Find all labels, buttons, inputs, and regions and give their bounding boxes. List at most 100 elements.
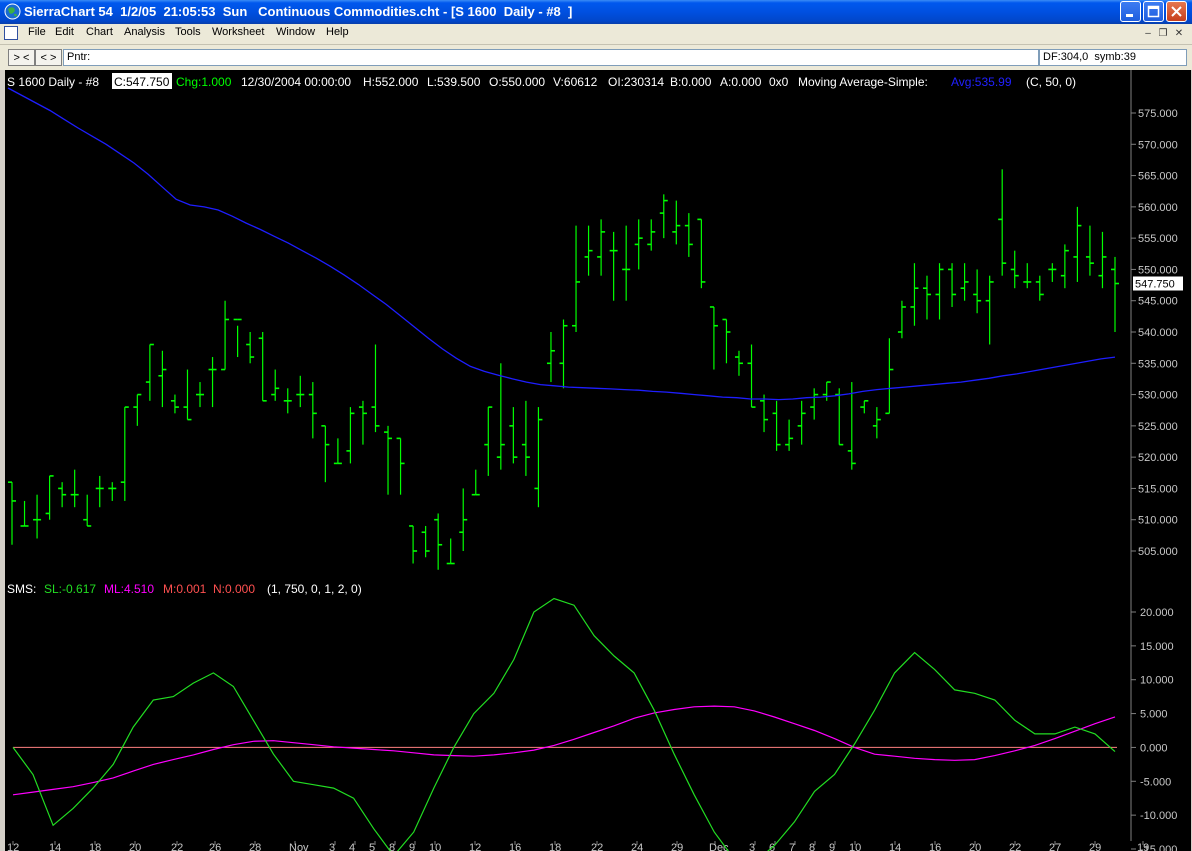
date-tick-label: 18 [549,842,561,851]
indicator-tick-label: 5.000 [1140,709,1168,721]
menu-help[interactable]: Help [326,26,349,38]
svg-text:S 1600 Daily - #8: S 1600 Daily - #8 [7,75,99,89]
header-study-params: (C, 50, 0) [1026,75,1076,89]
indicator-tick-label: 15.000 [1140,641,1174,653]
ohlc-bar [1023,263,1032,289]
ohlc-bar [772,400,781,451]
mdi-minimize-icon[interactable]: – [1141,27,1155,41]
ohlc-bar [697,218,706,289]
ohlc-bar [333,438,342,465]
ohlc-bar [108,482,117,501]
header-size: 0x0 [769,75,789,89]
date-tick-label: 10 [849,842,861,851]
menu-edit[interactable]: Edit [55,26,74,38]
date-tick-label: 10 [429,842,441,851]
sms-sl-line [12,597,1116,851]
toolbar: > < < > Pntr: DF:304,0 symb:39 [0,45,1192,71]
ohlc-bar [170,394,179,414]
ohlc-bar [546,332,555,383]
ohlc-bar [910,263,919,326]
header-study-value: Avg:535.99 [951,75,1012,89]
ohlc-bar [534,407,543,508]
price-tick-label: 540.000 [1138,327,1178,339]
date-tick-label: 20 [969,842,981,851]
ohlc-bar [471,469,480,496]
ohlc-bar [785,419,794,451]
menu-chart[interactable]: Chart [86,26,113,38]
date-tick-label: 8 [389,842,395,851]
menu-window[interactable]: Window [276,26,315,38]
ohlc-bar [183,369,192,421]
pointer-field[interactable]: Pntr: [63,49,1039,66]
date-tick-label: Dec [709,842,729,851]
price-tick-label: 565.000 [1138,171,1178,183]
header-close: C:547.750 [114,75,170,89]
ohlc-bar [1048,263,1057,282]
ohlc-bar [1098,231,1107,289]
ohlc-bar [95,475,104,508]
ohlc-bar [196,382,205,408]
ohlc-bar [584,225,593,276]
price-tick-label: 545.000 [1138,296,1178,308]
ohlc-bar [409,525,418,564]
ohlc-bar [308,382,317,439]
menu-worksheet[interactable]: Worksheet [212,26,264,38]
date-tick-label: 22 [591,842,603,851]
moving-average-line [7,87,1116,401]
ohlc-bar [58,482,67,508]
indicator-tick-label: 20.000 [1140,607,1174,619]
document-icon[interactable] [4,26,18,40]
ohlc-bar [822,381,831,401]
ohlc-bar [872,407,881,439]
ohlc-bar [8,481,16,545]
ohlc-bar [1010,250,1019,289]
ohlc-bar [597,219,606,276]
price-tick-label: 570.000 [1138,139,1178,151]
ohlc-bar [421,525,430,558]
ohlc-bar [321,425,330,483]
header-open: O:550.000 [489,75,545,89]
indicator-tick-label: -5.000 [1140,776,1171,788]
ohlc-bar [609,231,618,301]
ohlc-bar [709,306,718,370]
maximize-button[interactable] [1143,1,1164,22]
menu-file[interactable]: File [28,26,46,38]
mdi-restore-icon[interactable]: ❐ [1156,27,1170,41]
ohlc-bar [396,437,405,495]
ohlc-bar [960,263,969,301]
indicator-axis: 20.000 15.000 10.000 5.000 0.000 -5.000 -10.00… [1131,607,1177,851]
indicator-tick-label: -10.000 [1140,810,1177,822]
ohlc-bar [283,388,292,414]
header-ask: A:0.000 [720,75,762,89]
header-open-interest: OI:230314 [608,75,664,89]
price-tick-label: 560.000 [1138,202,1178,214]
date-tick-label: 28 [249,842,261,851]
price-chart[interactable]: S 1600 Daily - #8 C:547.750 Chg:1.000 12… [5,70,1188,851]
minimize-button[interactable] [1120,1,1141,22]
date-tick-label: 27 [1049,842,1061,851]
ohlc-bar [484,406,493,476]
scroll-next-button[interactable]: > < [8,49,35,66]
menu-tools[interactable]: Tools [175,26,201,38]
menu-analysis[interactable]: Analysis [124,26,165,38]
header-low: L:539.500 [427,75,481,89]
date-tick-label: 24 [631,842,643,851]
date-tick-label: 22 [171,842,183,851]
sms-sl: SL:-0.617 [44,582,96,596]
ohlc-bar [434,513,443,570]
chart-area[interactable]: S 1600 Daily - #8 C:547.750 Chg:1.000 12… [5,70,1191,851]
ohlc-bar [271,369,280,401]
ohlc-bar [145,343,154,401]
ohlc-bar [998,169,1007,276]
scroll-prev-button[interactable]: < > [35,49,62,66]
price-tick-label: 525.000 [1138,421,1178,433]
mdi-close-icon[interactable]: ✕ [1172,27,1186,41]
ohlc-bar [847,382,856,470]
close-button[interactable] [1166,1,1187,22]
last-price-label: 547.750 [1135,279,1175,291]
date-tick-label: 7 [789,842,795,851]
ohlc-bar [672,200,681,245]
sms-params: (1, 750, 0, 1, 2, 0) [267,582,362,596]
ohlc-bar [922,275,931,320]
price-tick-label: 520.000 [1138,452,1178,464]
